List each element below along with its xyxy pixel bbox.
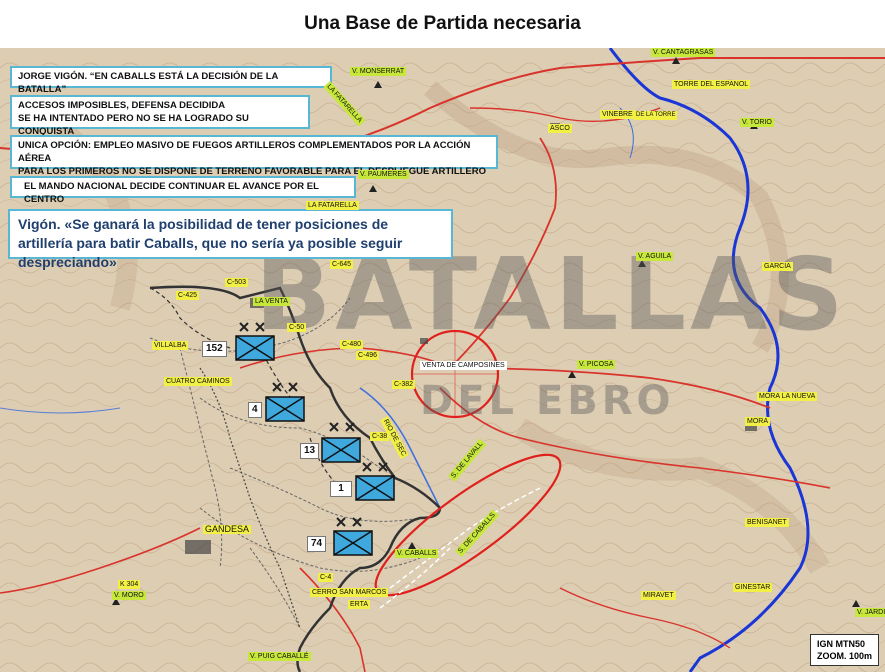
label-torre: DE LA TORRE — [634, 111, 678, 120]
info-box-vigon: JORGE VIGÓN. “EN CABALLS ESTÁ LA DECISIÓ… — [10, 66, 332, 95]
info-box-unica-opcion: UNICA OPCIÓN: EMPLEO MASIVO DE FUEGOS AR… — [10, 135, 498, 177]
label-cantagrasas: V. CANTAGRASAS — [651, 48, 716, 57]
unit-number: 152 — [202, 341, 227, 357]
label-gandesa: GANDESA — [203, 524, 252, 534]
label-c645: C-645 — [330, 260, 354, 269]
infantry-symbol-icon — [321, 437, 361, 463]
label-c503: C-503 — [225, 278, 249, 287]
label-la-fatarella: LA FATARELLA — [306, 201, 359, 210]
infantry-symbol-icon — [355, 475, 395, 501]
label-villalba: VILLALBA — [152, 341, 189, 350]
label-c38: C-38 — [370, 432, 390, 441]
label-c496: C-496 — [356, 351, 380, 360]
label-c382: C-382 — [392, 380, 416, 389]
label-aguila: V. AGUILA — [636, 252, 674, 261]
label-cerro-san-marcos: CERRO SAN MARCOS — [310, 588, 389, 597]
label-picosa: V. PICOSA — [577, 360, 616, 369]
label-moro: V. MORO — [112, 591, 146, 600]
label-mora-nueva: MORA LA NUEVA — [757, 392, 818, 401]
label-la-venta: LA VENTA — [253, 297, 290, 306]
page-title: Una Base de Partida necesaria — [304, 13, 581, 34]
map-scale-box: IGN MTN50 ZOOM. 100m — [809, 634, 879, 666]
info-box-accesos: ACCESOS IMPOSIBLES, DEFENSA DECIDIDA SE … — [10, 95, 310, 137]
label-garcia: GARCIA — [762, 262, 793, 271]
infantry-symbol-icon — [333, 530, 373, 556]
vigon-quote: Vigón. «Se ganará la posibilidad de tene… — [8, 209, 453, 270]
label-ginestar: GINESTAR — [733, 583, 773, 592]
label-monserrat: V. MONSERRAT — [350, 67, 407, 76]
label-torio: V. TORIO — [740, 118, 774, 127]
map-area[interactable]: BATALLAS DEL EBRO JORGE VIGÓN. “EN CABAL… — [0, 48, 885, 672]
label-erta: ERTA — [348, 600, 371, 609]
label-c425: C-425 — [176, 291, 200, 300]
unit-number: 74 — [307, 536, 327, 552]
label-caballs: V. CABALLS — [395, 549, 439, 558]
label-c507: C-50 — [287, 323, 307, 332]
watermark-sub: DEL EBRO — [420, 378, 675, 424]
label-benisanet: BENISANET — [745, 518, 789, 527]
label-torre-espanol: TORRE DEL ESPANOL — [672, 80, 751, 89]
scale-source: IGN MTN50 — [816, 639, 865, 649]
unit-number: 1 — [330, 481, 352, 497]
infantry-symbol-icon — [235, 335, 275, 361]
label-mora: MORA — [745, 417, 770, 426]
label-puig: V. PUIG CABALLÉ — [248, 652, 311, 661]
label-cuatro-caminos: CUATRO CAMINOS — [164, 377, 232, 386]
label-c4: C-4 — [318, 573, 334, 582]
infantry-symbol-icon — [265, 396, 305, 422]
label-asco: ASCO — [548, 124, 572, 133]
label-k304: K 304 — [118, 580, 141, 589]
scale-zoom: ZOOM. 100m — [816, 651, 872, 661]
label-jardin: V. JARDIN — [855, 608, 885, 617]
label-vinebre: VINEBRE — [600, 110, 635, 119]
label-venta-camposines: VENTA DE CAMPOSINES — [420, 361, 507, 370]
label-c480: C-480 — [340, 340, 364, 349]
unit-number: 13 — [300, 443, 320, 459]
unit-number: 4 — [248, 402, 262, 418]
label-miravet: MIRAVET — [641, 591, 676, 600]
label-paumeres: V. PAUMERES — [358, 170, 409, 179]
info-box-mando: EL MANDO NACIONAL DECIDE CONTINUAR EL AV… — [10, 176, 356, 205]
